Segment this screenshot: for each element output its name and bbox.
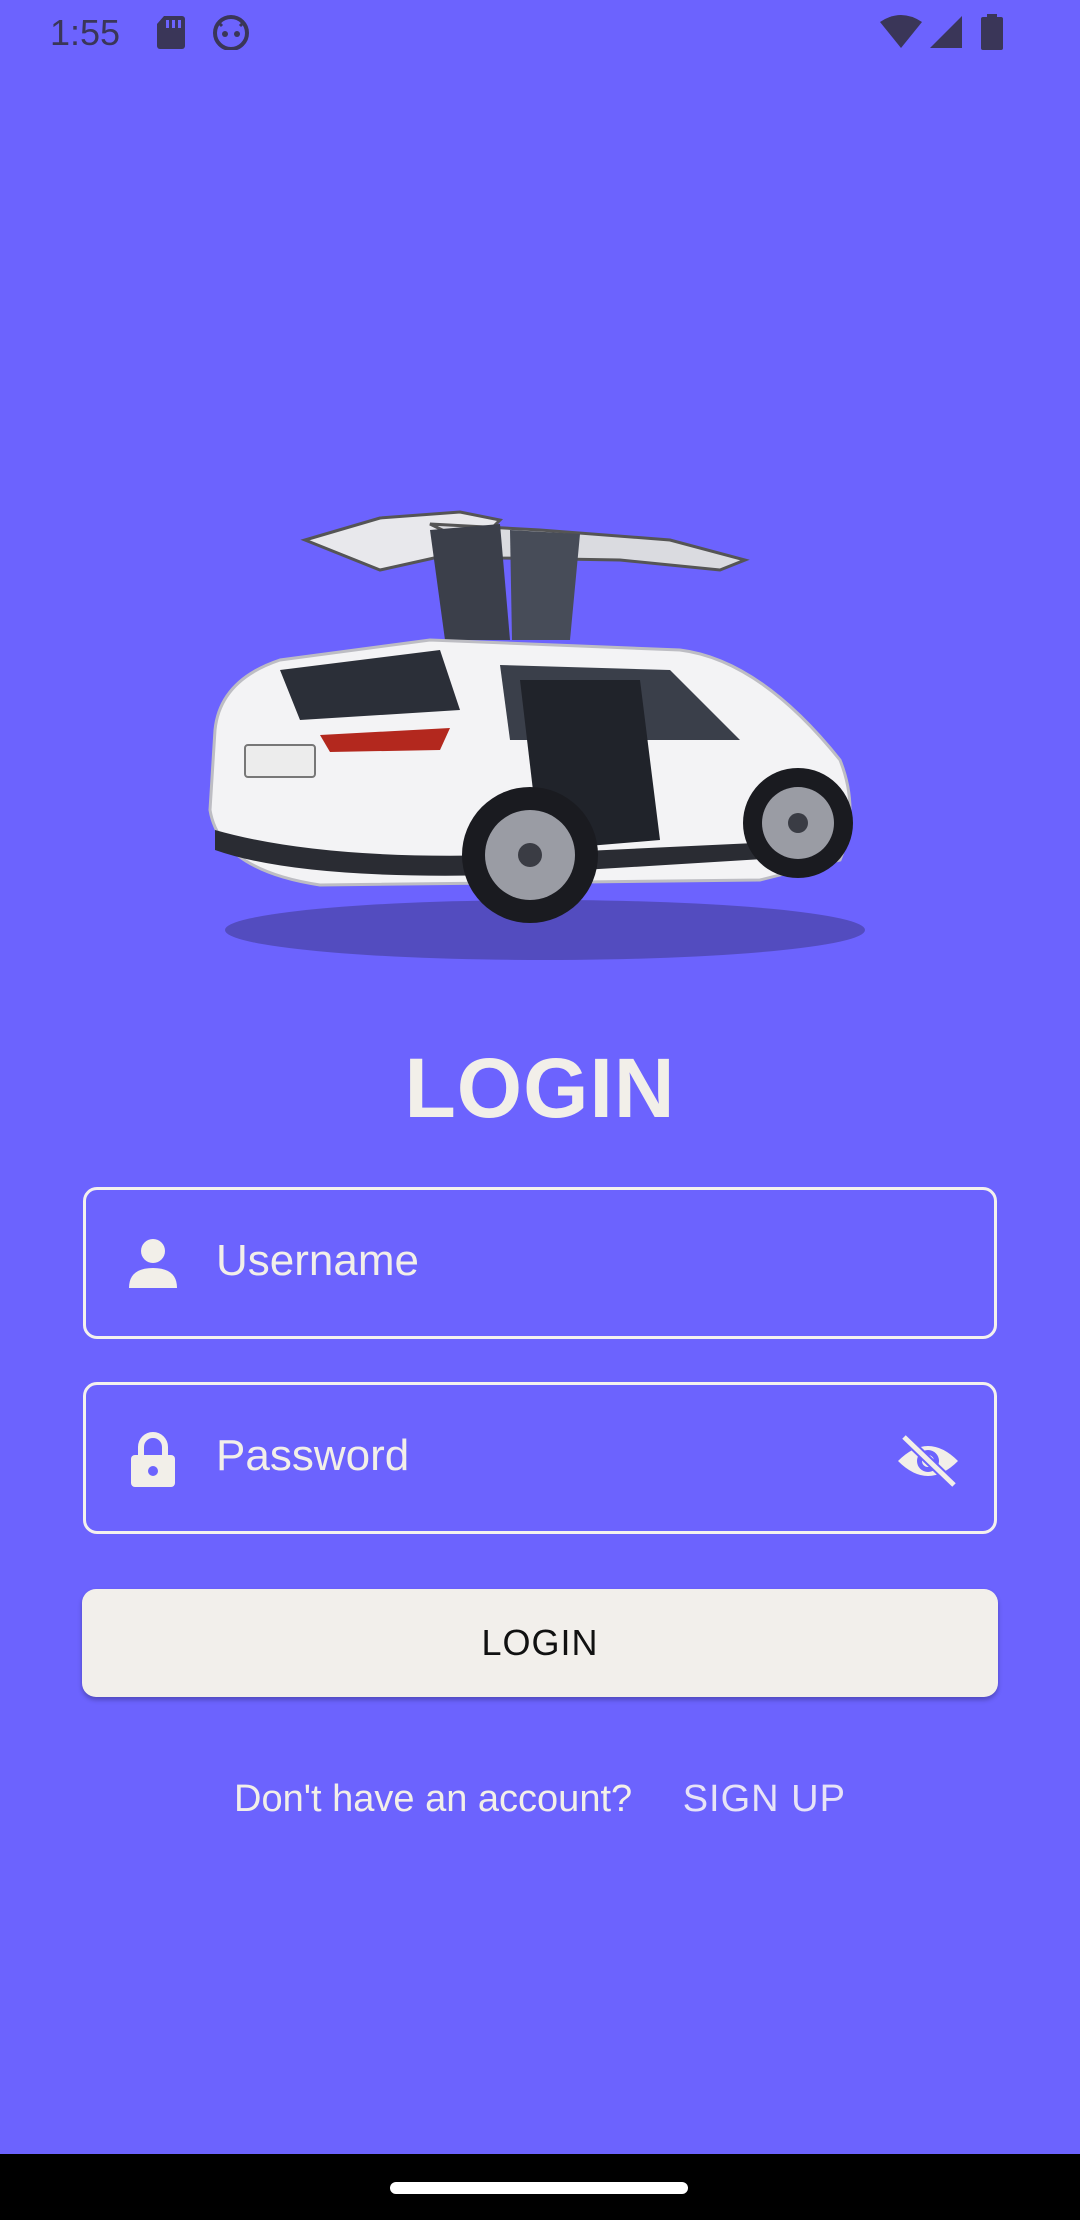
navigation-bar bbox=[0, 2154, 1080, 2220]
person-icon bbox=[129, 1239, 177, 1288]
username-placeholder: Username bbox=[216, 1236, 419, 1285]
android-head-icon bbox=[213, 15, 249, 50]
home-handle[interactable] bbox=[390, 2182, 688, 2194]
lock-icon bbox=[131, 1432, 175, 1487]
signup-prompt: Don't have an account? bbox=[234, 1778, 633, 1820]
login-button[interactable]: LOGIN bbox=[82, 1589, 998, 1697]
page-title: LOGIN bbox=[404, 1041, 676, 1135]
signup-row: Don't have an account? SIGN UP bbox=[0, 1778, 1080, 1821]
status-time: 1:55 bbox=[50, 12, 121, 53]
wifi-icon bbox=[880, 15, 922, 48]
username-field[interactable]: Username bbox=[83, 1187, 997, 1339]
car-illustration bbox=[208, 510, 865, 960]
status-bar: 1:55 bbox=[0, 0, 1080, 66]
password-placeholder: Password bbox=[216, 1431, 410, 1480]
cellular-signal-icon bbox=[930, 16, 962, 48]
visibility-off-icon[interactable] bbox=[896, 1433, 960, 1489]
sd-card-icon bbox=[157, 16, 185, 49]
password-field[interactable]: Password bbox=[83, 1382, 997, 1534]
signup-link[interactable]: SIGN UP bbox=[683, 1778, 846, 1820]
battery-icon bbox=[981, 14, 1003, 50]
